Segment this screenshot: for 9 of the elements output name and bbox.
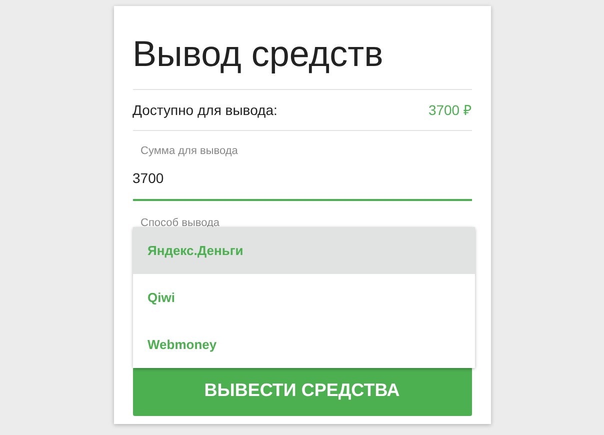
amount-label: Сумма для вывода: [140, 144, 238, 159]
amount-input[interactable]: 3700: [132, 168, 472, 200]
withdraw-button[interactable]: ВЫВЕСТИ СРЕДСТВА: [132, 367, 472, 416]
available-label: Доступно для вывода:: [132, 100, 278, 120]
page-title: Вывод средств: [132, 32, 384, 76]
dropdown-option[interactable]: Qiwi: [132, 274, 474, 321]
dropdown-option[interactable]: Яндекс.Деньги: [132, 227, 474, 274]
available-amount: 3700 ₽: [428, 100, 472, 120]
dropdown-option[interactable]: Webmoney: [132, 321, 474, 368]
